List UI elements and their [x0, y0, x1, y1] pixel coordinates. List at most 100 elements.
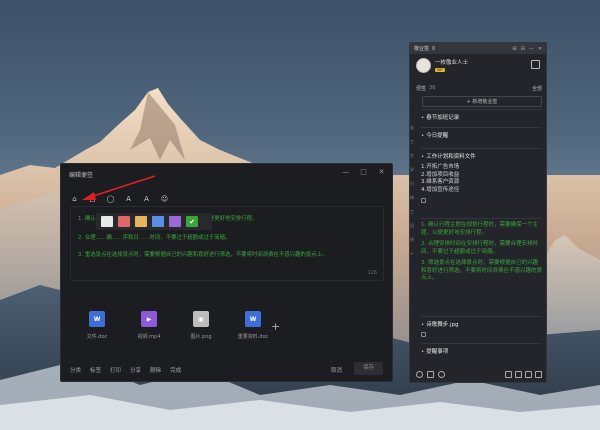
attachment-item[interactable]: W 文件.doc: [78, 311, 116, 340]
note-item[interactable]: • 诗歌舞步.jpg: [421, 316, 542, 339]
category-tab[interactable]: 进: [410, 237, 417, 243]
text-color-icon[interactable]: △: [88, 195, 97, 204]
user-info[interactable]: 一枚敬业人士 VIP: [416, 58, 468, 73]
panel-footer: [416, 371, 542, 378]
section-label: 便签: [416, 86, 427, 92]
menu-icon[interactable]: [535, 371, 542, 378]
add-category-button[interactable]: +: [410, 251, 417, 256]
clock-icon[interactable]: [416, 371, 423, 378]
note-line: 1. 确认行程主题在规划行程时，需要确保一个主题，以便更好地安排行程。: [421, 222, 538, 236]
search-icon[interactable]: [438, 371, 445, 378]
note-item[interactable]: • 提醒事项: [421, 343, 542, 355]
note-line: 3.维系客户资源: [421, 179, 460, 185]
user-name: 一枚敬业人士: [435, 60, 469, 66]
new-note-button[interactable]: + 新增敬业签: [422, 96, 542, 107]
window-controls: — □ ✕: [341, 168, 386, 176]
minimize-button[interactable]: —: [341, 168, 350, 176]
note-line: 4.增加宣传途径: [421, 186, 460, 193]
color-swatch-purple[interactable]: [169, 216, 181, 227]
category-tab[interactable]: 日: [410, 181, 417, 187]
emoji-icon[interactable]: ☺: [160, 195, 169, 204]
note-line: 3. 筛选景点在选择景点时，需要根据自己的兴趣和喜好进行筛选，不要将时间浪费在不…: [421, 260, 543, 281]
image-icon: ▣: [193, 311, 209, 327]
complete-button[interactable]: 完成: [170, 366, 181, 374]
note-title: 春节加班记录: [426, 115, 460, 121]
attachment-item[interactable]: ▶ 视频.mp4: [130, 311, 168, 340]
note-line: 3. 重选景点在选择景点时，需要根据自己的兴趣和喜好进行筛选，不要将时间浪费在不…: [78, 252, 328, 258]
delete-button[interactable]: 删除: [150, 366, 161, 374]
grid-icon[interactable]: [525, 371, 532, 378]
cancel-button[interactable]: 取消: [331, 366, 342, 374]
video-icon: ▶: [141, 311, 157, 327]
layout-icon[interactable]: ⊟: [521, 46, 525, 52]
color-swatch-blue[interactable]: [152, 216, 164, 227]
note-item[interactable]: • 今日提醒: [421, 127, 542, 139]
tag-button[interactable]: 标签: [90, 366, 101, 374]
color-swatch-yellow[interactable]: [135, 216, 147, 227]
note-title: 工作计划和资料文件: [426, 154, 476, 160]
color-swatch-red[interactable]: [118, 216, 130, 227]
category-tab[interactable]: 工: [410, 209, 417, 215]
category-tab[interactable]: 待: [410, 195, 417, 201]
minimize-icon[interactable]: —: [529, 46, 534, 52]
category-tab[interactable]: 生: [410, 153, 417, 159]
note-item[interactable]: • 工作计划和资料文件 1.开拓广告市场 2.增加项目收益 3.维系客户资源 4.…: [421, 148, 542, 205]
editor-bottom-actions: 分类 标签 打印 分享 删除 完成: [70, 366, 181, 374]
avatar[interactable]: [416, 58, 431, 73]
text-color-palette: ✔: [96, 213, 212, 230]
note-title: 今日提醒: [426, 133, 449, 139]
filter-dropdown[interactable]: 全部: [532, 85, 542, 92]
add-icon[interactable]: [505, 371, 512, 378]
category-button[interactable]: 分类: [70, 366, 81, 374]
sticky-notes-panel: 敬业签 0 ⊞ ⊟ — ✕ 一枚敬业人士 VIP 便签 36 全部 + 新增敬业…: [409, 42, 547, 383]
close-icon[interactable]: ✕: [538, 46, 542, 52]
color-swatch-white[interactable]: [101, 216, 113, 227]
grid-icon[interactable]: ⊞: [512, 46, 516, 52]
attachment-list: W 文件.doc ▶ 视频.mp4 ▣ 图片.png W 重要资料.doc: [78, 311, 272, 340]
note-title: 诗歌舞步.jpg: [426, 322, 459, 328]
font-smaller-icon[interactable]: A: [142, 195, 151, 204]
close-button[interactable]: ✕: [377, 168, 386, 176]
app-title: 敬业签: [414, 46, 430, 52]
note-line: 1.开拓广告市场: [421, 164, 460, 170]
print-button[interactable]: 打印: [110, 366, 121, 374]
list-icon[interactable]: [515, 371, 522, 378]
category-tab[interactable]: 设: [410, 223, 417, 229]
archive-icon[interactable]: [427, 371, 434, 378]
attachment-item[interactable]: W 重要资料.doc: [234, 311, 272, 340]
calendar-icon[interactable]: [531, 60, 540, 69]
font-larger-icon[interactable]: A: [124, 195, 133, 204]
color-swatch-green[interactable]: ✔: [186, 216, 198, 227]
window-title: 编辑便签: [69, 172, 94, 179]
attachment-name: 文件.doc: [86, 334, 108, 340]
bell-icon[interactable]: ⌂: [70, 195, 79, 204]
add-attachment-button[interactable]: +: [271, 320, 280, 333]
category-tab[interactable]: 全: [410, 125, 417, 131]
word-doc-icon: W: [245, 311, 261, 327]
note-line: 2.增加项目收益: [421, 171, 460, 178]
category-tab[interactable]: 学: [410, 167, 417, 173]
note-item[interactable]: 1. 确认行程主题在规划行程时，需要确保一个主题，以便更好地安排行程。 2. 合…: [421, 218, 542, 283]
note-line: 2. 合理安排时间在安排行程时，需要合理安排时间，不要过于超额或过于简缩。: [421, 241, 538, 255]
category-tabs: 全 工 生 学 日 待 工 设 进 +: [410, 125, 417, 256]
attachment-name: 视频.mp4: [137, 334, 161, 340]
attachment-name: 图片.png: [190, 334, 212, 340]
save-button[interactable]: 保存: [354, 362, 383, 375]
note-title: 提醒事项: [426, 349, 449, 355]
section-count: 36: [429, 85, 436, 91]
attachment-thumb: [421, 198, 426, 203]
attachment-item[interactable]: ▣ 图片.png: [182, 311, 220, 340]
section-row: 便签 36 全部: [416, 85, 542, 92]
word-doc-icon: W: [89, 311, 105, 327]
share-button[interactable]: 分享: [130, 366, 141, 374]
maximize-button[interactable]: □: [359, 168, 368, 176]
char-count: 126: [367, 270, 377, 276]
editor-toolbar: ⌂ △ ◯ A A ☺: [70, 195, 169, 204]
note-item[interactable]: • 春节加班记录: [421, 109, 542, 121]
attachment-thumb: [421, 332, 426, 337]
check-icon: ✔: [189, 217, 195, 226]
attachment-name: 重要资料.doc: [237, 334, 269, 340]
category-tab[interactable]: 工: [410, 139, 417, 145]
vip-badge: VIP: [435, 68, 445, 72]
search-icon[interactable]: ◯: [106, 195, 115, 204]
